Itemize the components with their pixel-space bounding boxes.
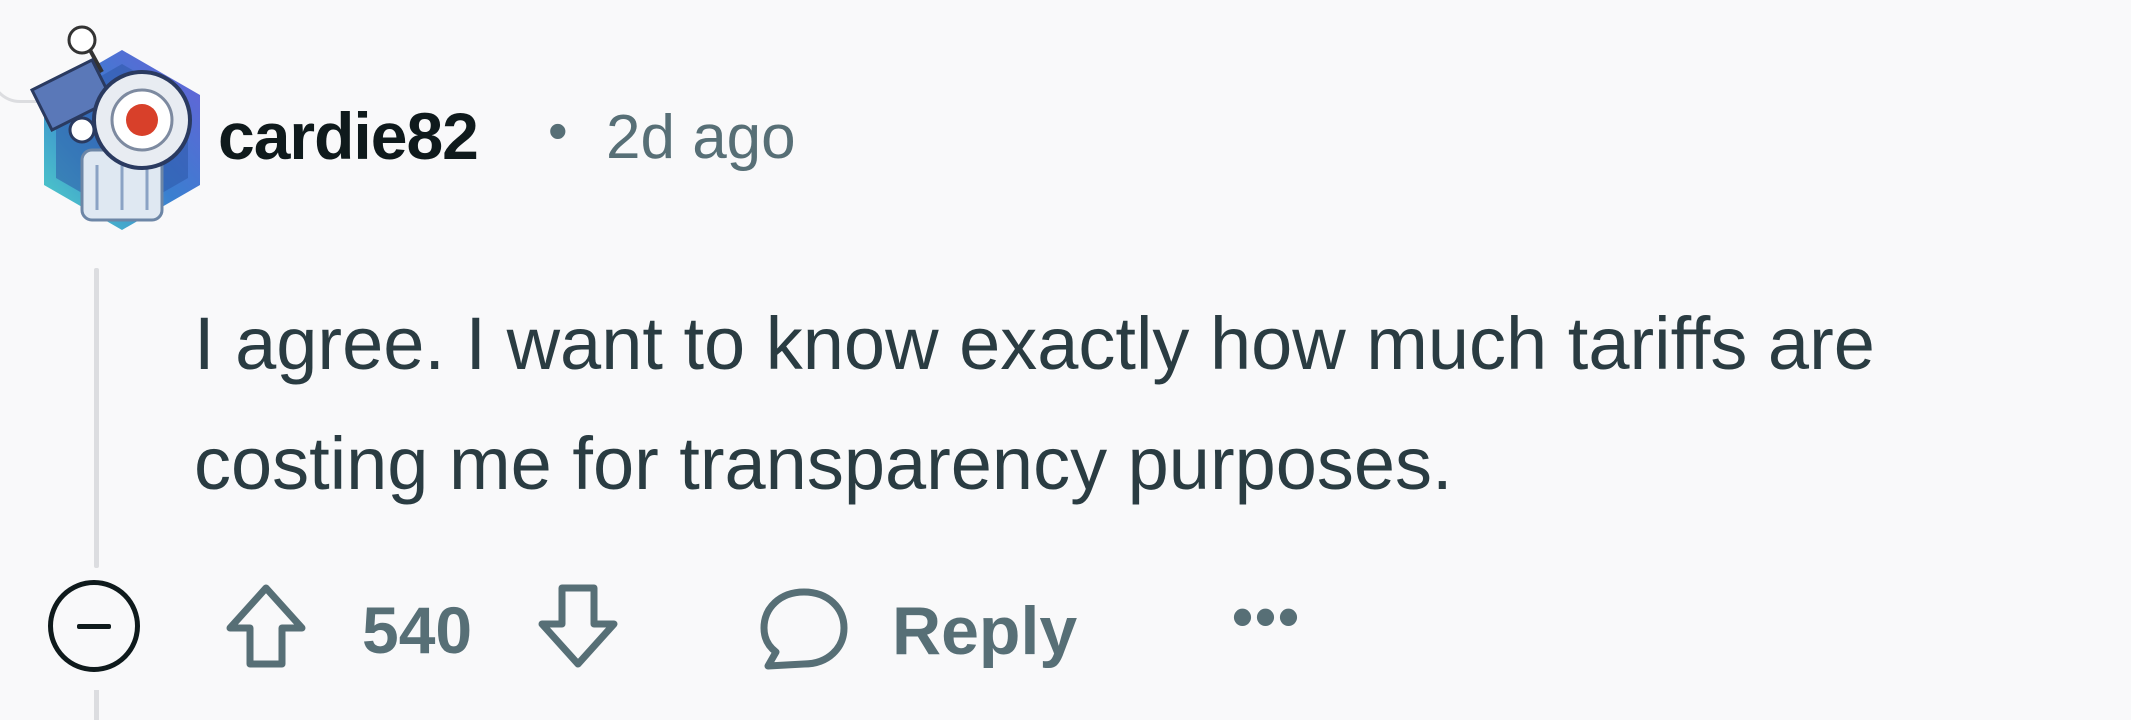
reply-label: Reply <box>892 593 1078 669</box>
ellipsis-icon: ••• <box>1232 583 1302 650</box>
arrow-up-icon <box>226 584 306 668</box>
reply-button[interactable]: Reply <box>756 578 1096 678</box>
avatar-robot-icon <box>29 25 200 230</box>
upvote-button[interactable] <box>218 578 314 674</box>
comment-body: I agree. I want to know exactly how much… <box>194 302 1875 505</box>
author-username[interactable]: cardie82 <box>218 98 479 174</box>
vote-score: 540 <box>362 593 473 667</box>
collapse-minus-icon <box>77 624 111 629</box>
meta-separator: • <box>548 99 568 162</box>
downvote-button[interactable] <box>530 578 626 674</box>
thread-line[interactable] <box>94 268 99 568</box>
speech-bubble-icon <box>760 588 848 670</box>
collapse-thread-button[interactable] <box>48 580 140 672</box>
avatar[interactable] <box>22 20 212 235</box>
thread-line-continuation <box>94 690 99 720</box>
more-options-button[interactable]: ••• <box>1232 587 1312 652</box>
comment-timestamp[interactable]: 2d ago <box>606 102 796 173</box>
arrow-down-icon <box>538 584 618 668</box>
